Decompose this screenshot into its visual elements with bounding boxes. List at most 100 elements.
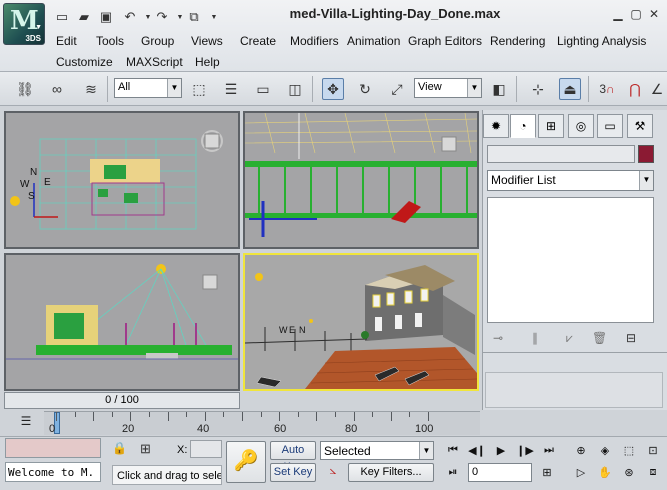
create-tab-icon[interactable]: ✹: [483, 114, 509, 138]
track-tick: [297, 412, 299, 417]
pan-view-icon[interactable]: ✋: [596, 463, 614, 481]
zoom-extents-all-icon[interactable]: ⊡: [644, 441, 662, 459]
go-to-end-icon[interactable]: ⏭: [540, 441, 558, 459]
next-frame-icon[interactable]: ❙▶: [516, 441, 534, 459]
close-button[interactable]: ✕: [646, 7, 662, 21]
set-key-mode-button[interactable]: 🔑: [226, 441, 266, 483]
go-to-start-icon[interactable]: ⏮: [444, 441, 462, 459]
hierarchy-tab-icon[interactable]: ⊞: [538, 114, 564, 138]
absolute-mode-transform-icon[interactable]: ⊞: [140, 441, 158, 457]
orbit-icon[interactable]: ⊛: [620, 463, 638, 481]
tick-label-40: 40: [197, 423, 210, 435]
zoom-all-icon[interactable]: ◈: [596, 441, 614, 459]
maximize-button[interactable]: ▢: [628, 7, 644, 21]
key-mode-dropdown[interactable]: Selected ▼: [320, 441, 434, 460]
viewport-top-scene: [10, 130, 223, 230]
undo-icon[interactable]: ↶: [120, 8, 140, 26]
object-color-swatch[interactable]: [638, 145, 654, 163]
zoom-icon[interactable]: ⊕: [572, 441, 590, 459]
menu-group[interactable]: Group: [141, 34, 174, 48]
previous-frame-icon[interactable]: ◀❙: [468, 441, 486, 459]
select-and-manipulate-icon[interactable]: ⊹: [527, 78, 549, 100]
chevron-down-icon: ▼: [167, 79, 181, 97]
motion-tab-icon[interactable]: ◎: [568, 114, 594, 138]
application-button[interactable]: M 3DS ▼: [3, 3, 45, 45]
keyboard-shortcut-override-icon[interactable]: ⏏: [559, 78, 581, 100]
menu-modifiers[interactable]: Modifiers: [290, 34, 339, 48]
modifier-list-dropdown[interactable]: Modifier List ▼: [487, 170, 654, 191]
menu-views[interactable]: Views: [191, 34, 223, 48]
unlink-selection-icon[interactable]: ∞: [46, 78, 68, 100]
configure-modifier-sets-icon[interactable]: ⊟: [626, 331, 646, 347]
viewport-front[interactable]: [243, 111, 479, 249]
pin-stack-icon[interactable]: ⊸: [493, 331, 513, 347]
modifier-stack-list[interactable]: [487, 197, 654, 323]
time-configuration-icon[interactable]: ⊞: [538, 463, 556, 481]
menu-lighting-analysis[interactable]: Lighting Analysis: [557, 34, 646, 48]
open-file-icon[interactable]: ▰: [74, 8, 94, 26]
menu-graph-editors[interactable]: Graph Editors: [408, 34, 482, 48]
angle-snap-icon[interactable]: ⋂: [624, 78, 646, 100]
save-file-icon[interactable]: ▣: [96, 8, 116, 26]
menu-tools[interactable]: Tools: [96, 34, 124, 48]
maxscript-mini-listener-output[interactable]: Welcome to M.: [5, 462, 101, 482]
menu-rendering[interactable]: Rendering: [490, 34, 545, 48]
menu-create[interactable]: Create: [240, 34, 276, 48]
menu-customize[interactable]: Customize: [56, 55, 113, 69]
key-filters-button[interactable]: Key Filters...: [348, 463, 434, 482]
display-tab-icon[interactable]: ▭: [597, 114, 623, 138]
select-and-link-icon[interactable]: ⛓: [14, 78, 36, 100]
compass-n-label: N: [30, 167, 38, 178]
project-folder-icon[interactable]: ⧉: [184, 8, 204, 26]
select-by-name-icon[interactable]: ☰: [220, 78, 242, 100]
auto-key-button[interactable]: Auto Key: [270, 441, 316, 473]
rectangular-selection-icon[interactable]: ▭: [252, 78, 274, 100]
select-and-scale-icon[interactable]: ⤢: [386, 78, 408, 100]
toolbar-separator: [107, 76, 108, 102]
selection-filter-dropdown[interactable]: All ▼: [114, 78, 182, 98]
window-crossing-icon[interactable]: ◫: [284, 78, 306, 100]
minimize-button[interactable]: ▁: [610, 7, 626, 21]
percent-snap-icon[interactable]: ∠: [646, 78, 667, 100]
select-and-rotate-icon[interactable]: ↻: [354, 78, 376, 100]
bind-to-space-warp-icon[interactable]: ≋: [80, 78, 102, 100]
viewport-perspective[interactable]: W E N: [243, 253, 479, 391]
show-end-result-icon[interactable]: ∥: [532, 331, 552, 347]
select-object-icon[interactable]: ⬚: [188, 78, 210, 100]
menu-edit[interactable]: Edit: [56, 34, 77, 48]
compass-w-label: W: [279, 325, 288, 335]
object-name-field[interactable]: [487, 145, 635, 163]
menu-help[interactable]: Help: [195, 55, 220, 69]
viewport-top[interactable]: N W S E: [4, 111, 240, 249]
track-tick: [130, 412, 132, 421]
viewport-left[interactable]: [4, 253, 240, 391]
default-in-out-tangent-icon[interactable]: ⦣: [322, 463, 344, 482]
time-slider-label: 0 / 100: [105, 394, 139, 406]
select-and-move-icon[interactable]: ✥: [322, 78, 344, 100]
track-tick: [56, 412, 57, 421]
make-unique-icon[interactable]: ⩗: [566, 331, 586, 347]
maxscript-mini-listener-input[interactable]: [5, 438, 101, 458]
snaps-toggle-icon[interactable]: 3 ∩: [596, 78, 618, 100]
new-file-icon[interactable]: ▭: [52, 8, 72, 26]
play-icon[interactable]: ▶: [492, 441, 510, 459]
maximize-viewport-toggle-icon[interactable]: ⧈: [644, 463, 662, 481]
modify-tab-icon[interactable]: ◔: [510, 114, 536, 138]
qa-customize-dropdown-icon[interactable]: ▼: [204, 8, 224, 26]
open-mini-curve-editor-icon[interactable]: ☰: [16, 414, 36, 432]
current-frame-field[interactable]: 0: [468, 463, 532, 482]
field-of-view-icon[interactable]: ▷: [572, 463, 590, 481]
selection-lock-icon[interactable]: 🔒: [112, 441, 128, 457]
remove-modifier-icon[interactable]: 🗑: [592, 331, 612, 347]
pivot-center-icon[interactable]: ◧: [488, 78, 510, 100]
x-coordinate-field[interactable]: [190, 440, 222, 458]
key-mode-toggle-icon[interactable]: ⏯: [444, 463, 462, 481]
zoom-extents-icon[interactable]: ⬚: [620, 441, 638, 459]
menu-animation[interactable]: Animation: [347, 34, 400, 48]
menu-maxscript[interactable]: MAXScript: [126, 55, 183, 69]
redo-icon[interactable]: ↷: [152, 8, 172, 26]
reference-coordinate-dropdown[interactable]: View ▼: [414, 78, 482, 98]
utilities-tab-icon[interactable]: ⚒: [627, 114, 653, 138]
time-slider[interactable]: 0 / 100: [4, 392, 240, 409]
set-key-button[interactable]: Set Key: [270, 463, 316, 482]
